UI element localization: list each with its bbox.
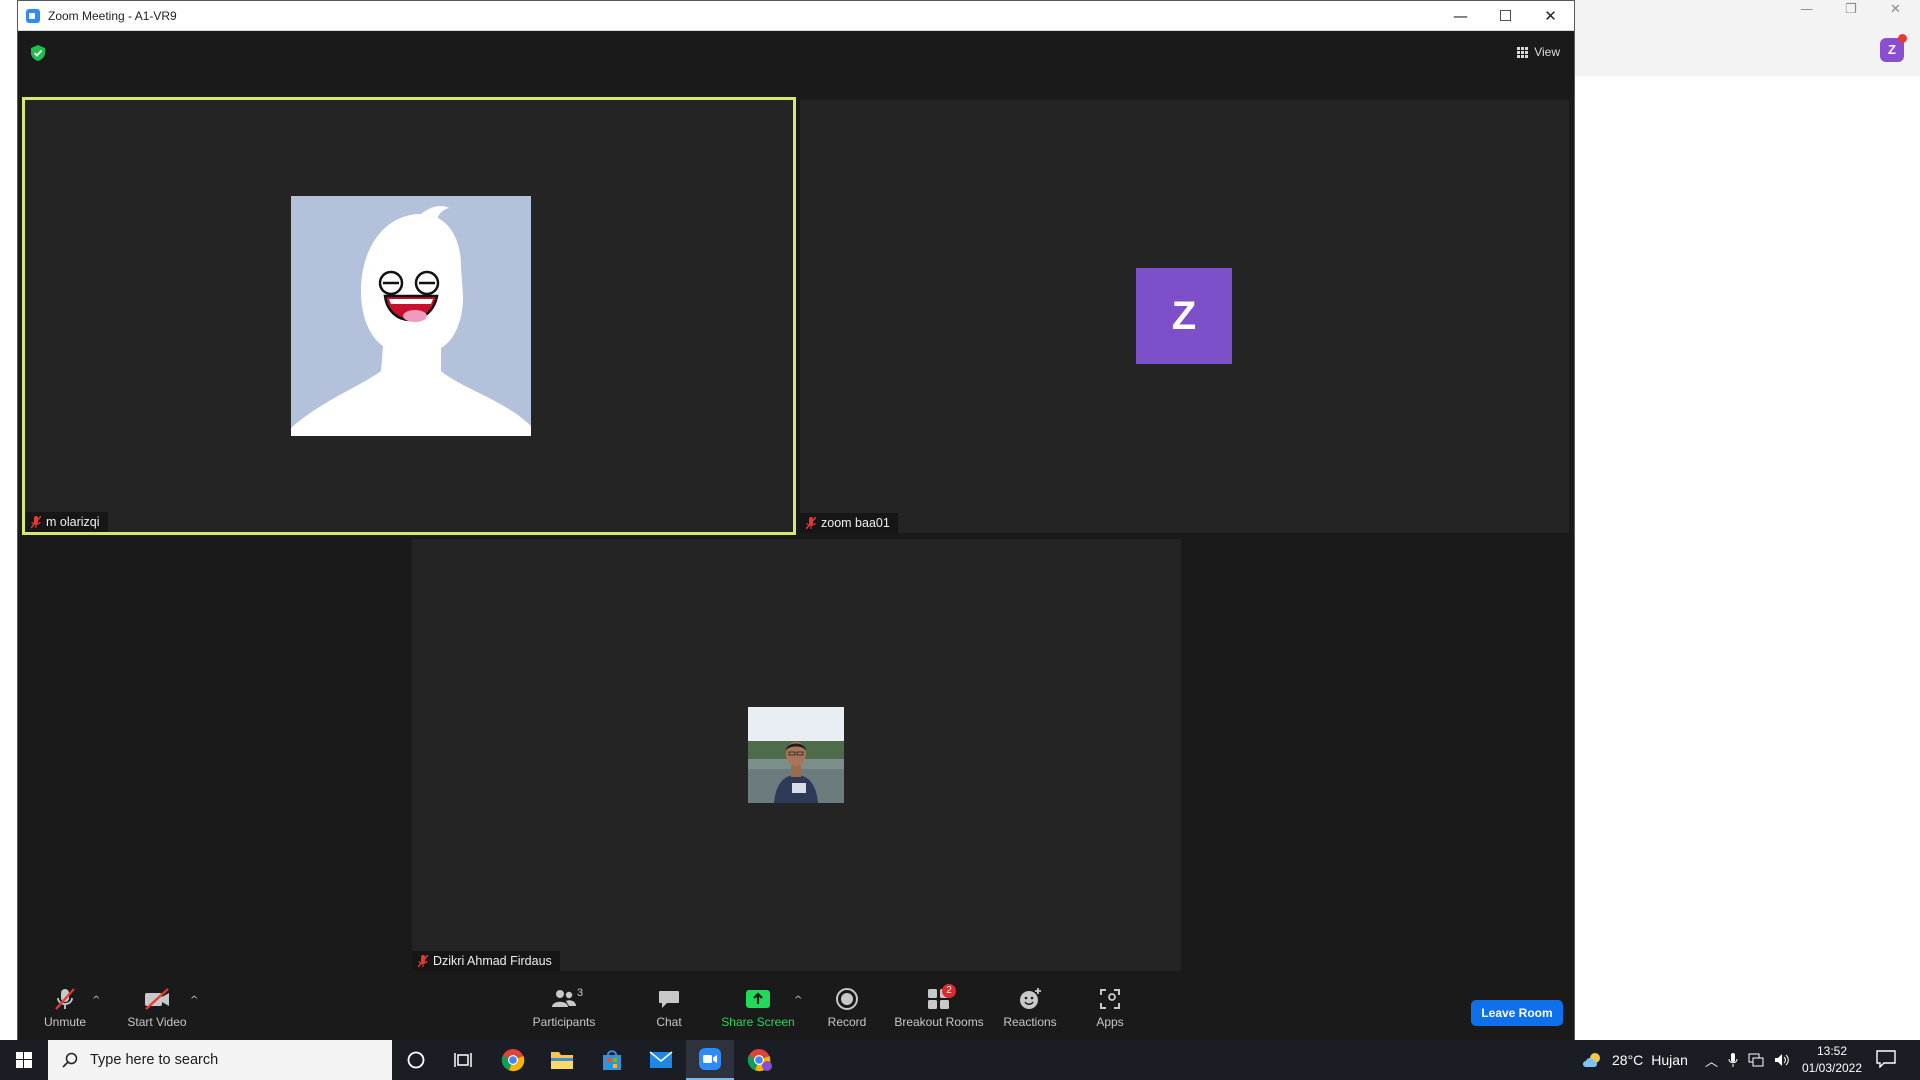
grid-icon <box>1517 46 1529 58</box>
mic-muted-icon <box>806 516 816 529</box>
video-tile-dzikri-ahmad-firdaus[interactable]: Dzikri Ahmad Firdaus <box>412 539 1181 971</box>
apps-icon <box>1100 989 1120 1009</box>
weather-widget[interactable]: 28°C Hujan <box>1582 1040 1688 1080</box>
mic-muted-icon <box>418 954 428 967</box>
reactions-label: Reactions <box>1003 1015 1057 1029</box>
chat-label: Chat <box>656 1015 682 1029</box>
search-icon <box>62 1052 78 1068</box>
view-button[interactable]: View <box>1517 45 1560 59</box>
participants-icon <box>552 990 576 1007</box>
participant-name-tag: zoom baa01 <box>800 513 898 533</box>
background-app-window: — ❐ ✕ Z <box>1575 0 1920 1040</box>
minimize-button[interactable]: — <box>1438 1 1483 31</box>
clock-date: 01/03/2022 <box>1801 1061 1863 1075</box>
taskbar-clock[interactable]: 13:52 01/03/2022 <box>1796 1043 1868 1077</box>
share-screen-button[interactable]: Share Screen <box>713 987 803 1029</box>
show-hidden-icons-chevron-icon[interactable]: ︿ <box>1705 1051 1718 1070</box>
close-button[interactable]: ✕ <box>1528 1 1573 31</box>
share-screen-icon <box>746 990 770 1008</box>
participant-initial-avatar: Z <box>1136 268 1232 364</box>
participants-button[interactable]: 3 Participants <box>519 987 609 1029</box>
apps-button[interactable]: Apps <box>1065 987 1155 1029</box>
windows-taskbar: Type here to search 28°C Hujan ︿ 13:52 0… <box>0 1040 1920 1080</box>
participants-count: 3 <box>577 987 584 999</box>
cortana-icon[interactable] <box>392 1040 440 1080</box>
background-close-icon[interactable]: ✕ <box>1890 2 1901 17</box>
system-tray: ︿ <box>1705 1040 1790 1080</box>
participant-name: zoom baa01 <box>821 516 890 530</box>
leave-room-button[interactable]: Leave Room <box>1471 1000 1563 1026</box>
volume-icon[interactable] <box>1774 1053 1790 1067</box>
start-video-button[interactable]: Start Video <box>112 987 202 1029</box>
breakout-rooms-badge: 2 <box>942 984 956 998</box>
breakout-rooms-label: Breakout Rooms <box>894 1015 984 1029</box>
maximize-button[interactable]: ☐ <box>1483 1 1528 31</box>
video-off-icon <box>145 988 169 1010</box>
chrome-profile-icon[interactable] <box>736 1040 784 1080</box>
mail-icon[interactable] <box>637 1040 685 1080</box>
chat-button[interactable]: Chat <box>624 987 714 1029</box>
meeting-header: View <box>18 31 1574 101</box>
title-bar[interactable]: Zoom Meeting - A1-VR9 — ☐ ✕ <box>18 1 1574 31</box>
participant-name: m olarizqi <box>46 515 100 529</box>
microsoft-store-icon[interactable] <box>588 1040 636 1080</box>
meeting-controls-toolbar: Unmute ^ Start Video ^ 3 Participants Ch… <box>18 973 1574 1041</box>
unmute-label: Unmute <box>43 1015 87 1029</box>
participant-avatar-image <box>291 196 531 436</box>
reactions-button[interactable]: Reactions <box>985 987 1075 1029</box>
view-label: View <box>1534 45 1560 59</box>
rain-cloud-icon <box>1583 1053 1600 1067</box>
weather-temperature: 28°C <box>1612 1052 1644 1068</box>
video-options-caret[interactable]: ^ <box>190 995 198 1006</box>
participant-name-tag: Dzikri Ahmad Firdaus <box>412 951 560 971</box>
chrome-icon[interactable] <box>489 1040 537 1080</box>
breakout-rooms-button[interactable]: 2 Breakout Rooms <box>884 984 994 1029</box>
reactions-icon <box>1020 988 1041 1009</box>
notifications-icon[interactable] <box>1876 1050 1896 1068</box>
unmute-button[interactable]: Unmute <box>20 987 110 1029</box>
record-label: Record <box>827 1015 867 1029</box>
search-placeholder: Type here to search <box>90 1052 219 1068</box>
participant-name-tag: m olarizqi <box>25 512 108 532</box>
windows-start-icon[interactable] <box>0 1040 48 1080</box>
zoom-meeting-window: Zoom Meeting - A1-VR9 — ☐ ✕ View m olari… <box>17 0 1575 1041</box>
security-shield-icon[interactable] <box>31 45 45 61</box>
record-button[interactable]: Record <box>802 987 892 1029</box>
video-tile-m-olarizqi[interactable]: m olarizqi <box>22 97 796 535</box>
network-icon[interactable] <box>1748 1053 1764 1067</box>
audio-options-caret[interactable]: ^ <box>92 995 100 1006</box>
start-video-label: Start Video <box>127 1015 187 1029</box>
file-explorer-icon[interactable] <box>538 1040 586 1080</box>
participant-name: Dzikri Ahmad Firdaus <box>433 954 552 968</box>
record-icon <box>836 988 858 1010</box>
weather-condition: Hujan <box>1651 1052 1688 1068</box>
zoom-taskbar-icon[interactable] <box>686 1040 734 1080</box>
background-restore-icon[interactable]: ❐ <box>1845 2 1857 17</box>
mic-muted-icon <box>55 988 75 1010</box>
chat-icon <box>659 991 679 1008</box>
background-minimize-icon[interactable]: — <box>1800 2 1813 17</box>
share-screen-label: Share Screen <box>721 1015 795 1029</box>
zoom-app-icon <box>26 9 40 23</box>
window-title: Zoom Meeting - A1-VR9 <box>48 9 177 23</box>
participant-photo <box>748 707 844 803</box>
background-app-header <box>1575 0 1920 76</box>
clock-time: 13:52 <box>1816 1044 1848 1058</box>
participants-label: Participants <box>532 1015 596 1029</box>
microphone-icon[interactable] <box>1728 1052 1738 1068</box>
notification-dot <box>1898 34 1907 43</box>
video-tile-zoom-baa01[interactable]: Z zoom baa01 <box>800 100 1569 533</box>
apps-label: Apps <box>1096 1015 1124 1029</box>
task-view-icon[interactable] <box>439 1040 487 1080</box>
taskbar-search-box[interactable]: Type here to search <box>48 1040 392 1080</box>
mic-muted-icon <box>31 515 41 528</box>
